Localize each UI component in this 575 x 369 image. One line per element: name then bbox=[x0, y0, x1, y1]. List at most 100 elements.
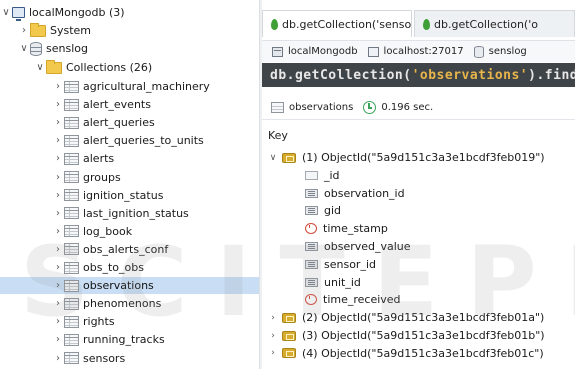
chevron-right-icon[interactable]: › bbox=[52, 114, 64, 131]
field-row[interactable]: observed_value bbox=[262, 238, 575, 255]
chevron-down-icon[interactable]: ∨ bbox=[34, 59, 46, 76]
tree-database-label: senslog bbox=[46, 42, 88, 55]
tree-collection-label: observations bbox=[83, 279, 154, 293]
tree-collection-item[interactable]: › phenomenons bbox=[0, 295, 259, 312]
chevron-right-icon[interactable]: › bbox=[52, 205, 64, 222]
tree-collection-item[interactable]: › alert_queries_to_units bbox=[0, 132, 259, 149]
field-row[interactable]: observation_id bbox=[262, 185, 575, 202]
date-field-icon bbox=[305, 223, 317, 235]
collection-table-icon bbox=[64, 279, 79, 292]
tree-collection-label: phenomenons bbox=[83, 297, 162, 311]
document-row[interactable]: › (4) ObjectId("5a9d151c3a3e1bcdf3feb01c"… bbox=[262, 345, 575, 362]
document-row[interactable]: ∨ (1) ObjectId("5a9d151c3a3e1bcdf3feb019"… bbox=[262, 149, 575, 166]
mongodb-leaf-icon bbox=[423, 18, 430, 30]
collection-table-icon bbox=[64, 98, 79, 111]
database-icon bbox=[473, 45, 484, 58]
tree-collection-item[interactable]: › agricultural_machinery bbox=[0, 78, 259, 95]
field-name: observation_id bbox=[324, 186, 405, 200]
query-suffix: ).find( bbox=[528, 67, 575, 83]
tree-collection-label: obs_alerts_conf bbox=[83, 242, 169, 256]
tree-collection-item[interactable]: › alert_queries bbox=[0, 114, 259, 131]
tree-collection-label: groups bbox=[83, 170, 121, 184]
tree-collection-label: alert_queries bbox=[83, 116, 155, 130]
tree-collection-item[interactable]: › ignition_status bbox=[0, 187, 259, 204]
chevron-right-icon[interactable]: › bbox=[52, 150, 64, 167]
chevron-right-icon[interactable]: › bbox=[52, 241, 64, 258]
tree-collection-item[interactable]: › alerts bbox=[0, 150, 259, 167]
connection-name[interactable]: localMongodb bbox=[272, 46, 358, 57]
tree-collection-item[interactable]: › groups bbox=[0, 169, 259, 186]
chevron-right-icon[interactable]: › bbox=[268, 309, 278, 326]
collection-table-icon bbox=[64, 189, 79, 202]
field-name: gid bbox=[324, 204, 342, 218]
chevron-right-icon[interactable]: › bbox=[52, 96, 64, 113]
tab-observations-query[interactable]: db.getCollection('o bbox=[414, 10, 575, 37]
chevron-right-icon[interactable]: › bbox=[52, 187, 64, 204]
key-column-header[interactable]: Key bbox=[268, 129, 288, 142]
tree-collection-item[interactable]: › log_book bbox=[0, 223, 259, 240]
chevron-right-icon[interactable]: › bbox=[52, 78, 64, 95]
object-document-icon bbox=[282, 152, 296, 163]
tree-collection-item[interactable]: › rights bbox=[0, 313, 259, 330]
result-time: 0.196 sec. bbox=[381, 102, 434, 113]
tree-collection-label: ignition_status bbox=[83, 188, 164, 202]
chevron-right-icon[interactable]: › bbox=[52, 331, 64, 348]
chevron-down-icon[interactable]: ∨ bbox=[0, 4, 12, 21]
document-row[interactable]: › (2) ObjectId("5a9d151c3a3e1bcdf3feb01a"… bbox=[262, 309, 575, 326]
chevron-right-icon[interactable]: › bbox=[52, 313, 64, 330]
chevron-right-icon[interactable]: › bbox=[52, 277, 64, 294]
field-row[interactable]: _id bbox=[262, 167, 575, 184]
server-address-label: localhost:27017 bbox=[383, 46, 464, 57]
tab-label: db.getCollection('o bbox=[434, 17, 538, 31]
tree-system-folder[interactable]: › System bbox=[0, 22, 259, 39]
field-row[interactable]: gid bbox=[262, 202, 575, 219]
document-label: (3) ObjectId("5a9d151c3a3e1bcdf3feb01b") bbox=[302, 329, 545, 342]
connection-bar: localMongodb localhost:27017 senslog bbox=[262, 40, 575, 62]
chevron-right-icon[interactable]: › bbox=[52, 132, 64, 149]
string-field-icon bbox=[305, 170, 318, 180]
tree-collection-item[interactable]: › obs_to_obs bbox=[0, 259, 259, 276]
tree-connection[interactable]: ∨ localMongodb (3) bbox=[0, 4, 259, 21]
chevron-right-icon[interactable]: › bbox=[18, 22, 30, 39]
collection-table-icon bbox=[64, 152, 79, 165]
field-name: time_received bbox=[323, 293, 401, 307]
date-field-icon bbox=[305, 294, 317, 306]
tree-collection-item[interactable]: › last_ignition_status bbox=[0, 205, 259, 222]
chevron-right-icon[interactable]: › bbox=[52, 223, 64, 240]
field-row[interactable]: sensor_id bbox=[262, 256, 575, 273]
server-address[interactable]: localhost:27017 bbox=[367, 46, 464, 57]
tree-collection-item[interactable]: › running_tracks bbox=[0, 331, 259, 348]
document-row[interactable]: › (3) ObjectId("5a9d151c3a3e1bcdf3feb01b"… bbox=[262, 327, 575, 344]
database-name[interactable]: senslog bbox=[473, 45, 527, 58]
field-row[interactable]: time_received bbox=[262, 291, 575, 308]
tree-collection-item[interactable]: › observations bbox=[0, 277, 259, 295]
collection-table-icon bbox=[64, 171, 79, 183]
tree-collection-item[interactable]: › sensors bbox=[0, 350, 259, 367]
tree-collection-label: rights bbox=[83, 315, 115, 329]
tree-collections-folder[interactable]: ∨ Collections (26) bbox=[0, 59, 259, 76]
field-row[interactable]: time_stamp bbox=[262, 220, 575, 237]
chevron-right-icon[interactable]: › bbox=[52, 169, 64, 186]
tree-database[interactable]: ∨ senslog bbox=[0, 40, 259, 57]
folder-icon bbox=[46, 59, 62, 74]
collection-table-icon bbox=[64, 297, 79, 310]
query-editor[interactable]: db.getCollection('observations').find( bbox=[262, 63, 575, 87]
result-collection: observations bbox=[289, 102, 354, 113]
tab-sensors-query[interactable]: db.getCollection('sensors').find(... × bbox=[262, 10, 412, 37]
number-field-icon bbox=[305, 259, 318, 269]
chevron-right-icon[interactable]: › bbox=[268, 327, 278, 344]
tree-collection-item[interactable]: › obs_alerts_conf bbox=[0, 241, 259, 258]
tree-collection-label: alert_queries_to_units bbox=[83, 134, 204, 148]
chevron-right-icon[interactable]: › bbox=[52, 259, 64, 276]
document-label: (2) ObjectId("5a9d151c3a3e1bcdf3feb01a") bbox=[302, 311, 545, 325]
tree-collection-label: sensors bbox=[83, 351, 126, 365]
chevron-down-icon[interactable]: ∨ bbox=[268, 149, 278, 166]
object-document-icon bbox=[282, 330, 296, 341]
chevron-right-icon[interactable]: › bbox=[52, 295, 64, 312]
chevron-right-icon[interactable]: › bbox=[52, 350, 64, 367]
chevron-right-icon[interactable]: › bbox=[268, 345, 278, 362]
chevron-down-icon[interactable]: ∨ bbox=[18, 40, 30, 57]
tree-collection-item[interactable]: › alert_events bbox=[0, 96, 259, 113]
field-row[interactable]: unit_id bbox=[262, 274, 575, 291]
collection-table-icon bbox=[64, 80, 79, 93]
